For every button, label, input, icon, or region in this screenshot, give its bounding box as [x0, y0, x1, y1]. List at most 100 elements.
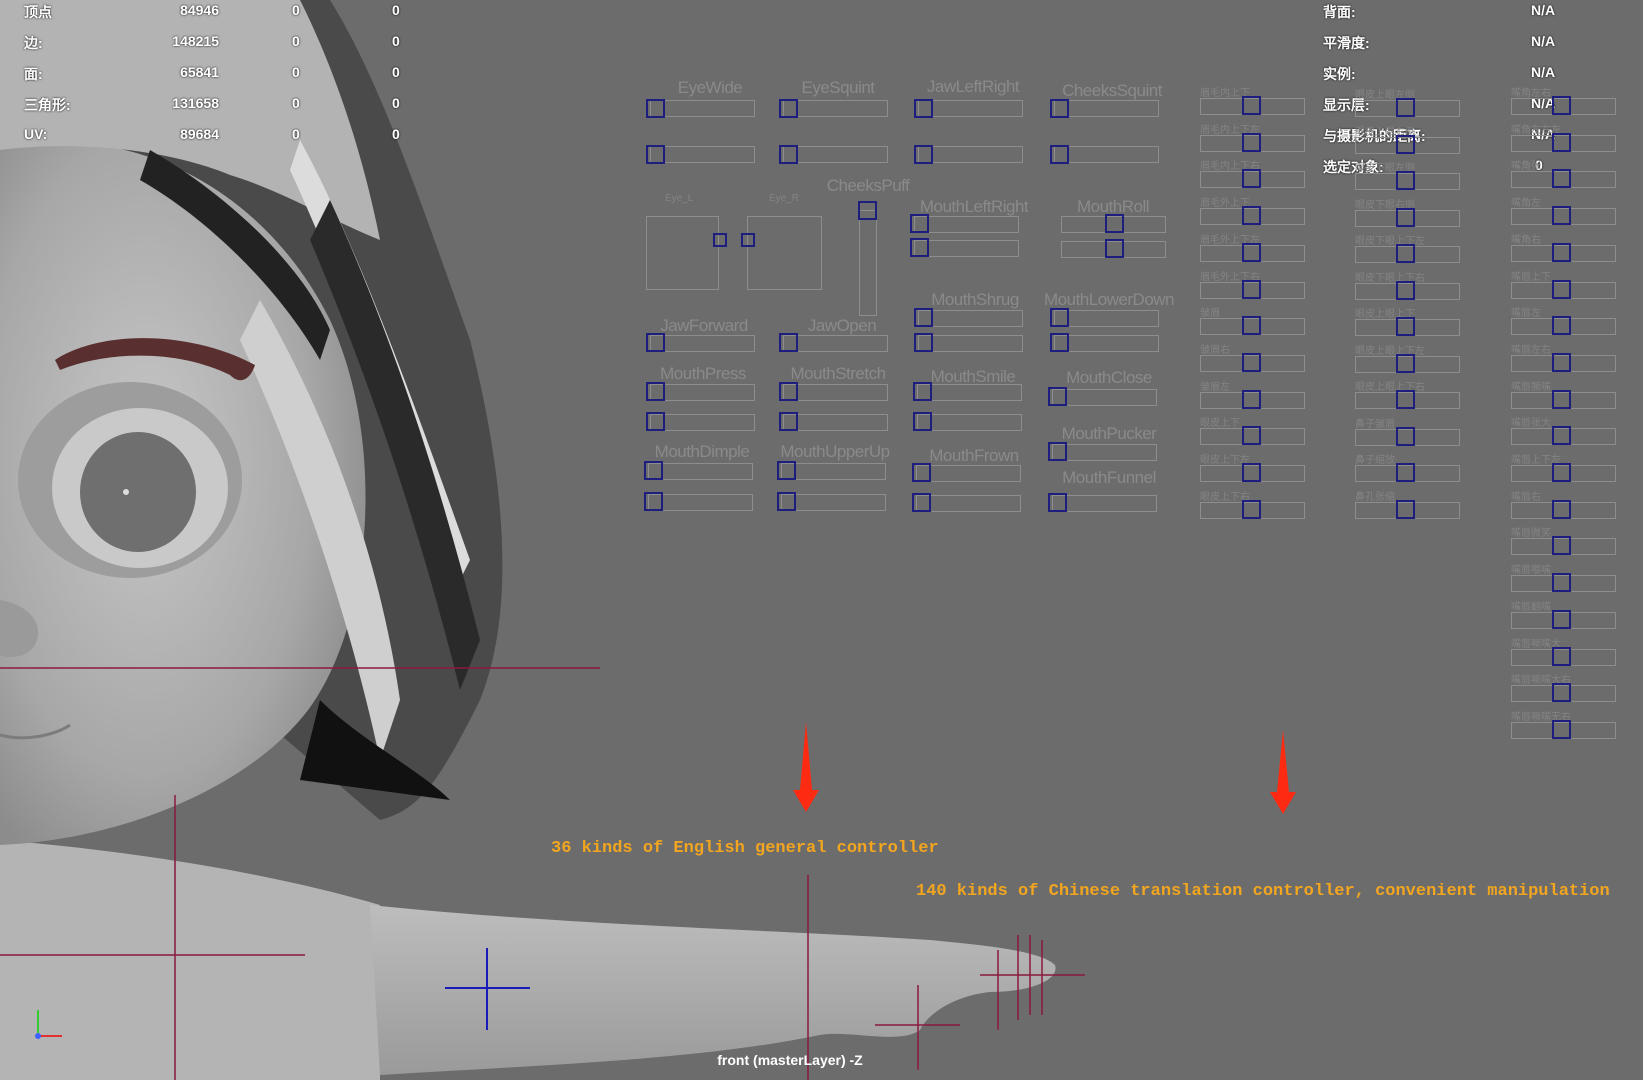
mouth-shrug-r-slider-handle[interactable] — [914, 333, 933, 352]
chinese-slider-label: 嘴角张 — [1511, 161, 1541, 173]
chinese-chinese_col2-9-handle[interactable] — [1396, 426, 1415, 446]
mouth-upper-up-l-slider-handle[interactable] — [777, 461, 796, 480]
mouth-lower-down-r-slider-handle[interactable] — [1050, 333, 1069, 352]
chinese-chinese_col3-4-handle[interactable] — [1552, 242, 1571, 262]
chinese-chinese_col3-17-handle[interactable] — [1552, 719, 1571, 739]
jaw-left-right-b-slider-handle[interactable] — [914, 145, 933, 164]
hud-row-uvs: UV: 89684 0 0 — [24, 126, 404, 144]
mouth-smile-l-slider-handle[interactable] — [913, 382, 932, 401]
jaw-forward-slider-handle[interactable] — [646, 333, 665, 352]
mouth-press-r-slider-handle[interactable] — [646, 412, 665, 431]
chinese-chinese_col2-1-handle[interactable] — [1396, 134, 1415, 154]
eye-iris — [80, 432, 196, 552]
chinese-chinese_col1-1-handle[interactable] — [1242, 132, 1261, 152]
hud-value: N/A — [1531, 64, 1556, 80]
chinese-chinese_col2-3-handle[interactable] — [1396, 207, 1415, 227]
viewport-camera-label: front (masterLayer) -Z — [717, 1052, 863, 1068]
chinese-chinese_col3-3-handle[interactable] — [1552, 206, 1571, 226]
chinese-chinese_col3-7-handle[interactable] — [1552, 352, 1571, 372]
title-mouth-frown: MouthFrown — [929, 446, 1019, 465]
chinese-chinese_col3-14-handle[interactable] — [1552, 609, 1571, 629]
hud-value: 0 — [392, 2, 400, 18]
chinese-chinese_col3-8-handle[interactable] — [1552, 389, 1571, 409]
chinese-chinese_col2-11-handle[interactable] — [1396, 499, 1415, 519]
hud-value: 0 — [392, 33, 400, 49]
cheeks-squint-l-slider-handle[interactable] — [1050, 99, 1069, 118]
hud-value: 0 — [392, 95, 400, 111]
eye-squint-l-slider-handle[interactable] — [779, 99, 798, 118]
chinese-chinese_col1-11-handle[interactable] — [1242, 499, 1261, 519]
mouth-stretch-l-slider-handle[interactable] — [779, 382, 798, 401]
chinese-chinese_col2-4-handle[interactable] — [1396, 244, 1415, 263]
chinese-chinese_col1-6-handle[interactable] — [1242, 316, 1261, 336]
chinese-chinese_col3-15-handle[interactable] — [1552, 646, 1571, 666]
mouth-frown-r-slider-handle[interactable] — [912, 493, 931, 512]
eye-r-handle[interactable] — [741, 233, 755, 247]
chinese-chinese_col1-0-handle[interactable] — [1242, 96, 1261, 115]
hud-value: 0 — [292, 64, 300, 80]
mouth-roll-r-slider-handle[interactable] — [1105, 239, 1124, 258]
chinese-chinese_col1-4-handle[interactable] — [1242, 242, 1261, 262]
mouth-shrug-l-slider-handle[interactable] — [914, 308, 933, 327]
mouth-dimple-r-slider-handle[interactable] — [644, 492, 663, 511]
jaw-open-slider-handle[interactable] — [779, 333, 798, 352]
mouth-pucker-slider-handle[interactable] — [1048, 442, 1067, 461]
eye-wide-r-slider-track — [650, 146, 755, 163]
chinese-chinese_col1-2-handle[interactable] — [1242, 169, 1261, 189]
mouth-roll-l-slider-handle[interactable] — [1105, 214, 1124, 233]
chinese-chinese_col1-9-handle[interactable] — [1242, 426, 1261, 446]
chinese-chinese_col2-8-handle[interactable] — [1396, 390, 1415, 409]
chinese-chinese_col1-8-handle[interactable] — [1242, 389, 1261, 409]
hud-count: 148215 — [172, 33, 219, 49]
title-eye-l: Eye_L — [665, 193, 694, 204]
cheeks-puff-handle[interactable] — [858, 201, 877, 220]
chinese-chinese_col2-5-handle[interactable] — [1396, 280, 1415, 300]
jaw-left-right-slider-handle[interactable] — [914, 99, 933, 118]
chinese-chinese_col3-11-handle[interactable] — [1552, 499, 1571, 519]
chinese-chinese_col1-5-handle[interactable] — [1242, 279, 1261, 299]
title-mouth-close: MouthClose — [1066, 368, 1152, 387]
chinese-chinese_col3-13-handle[interactable] — [1552, 573, 1571, 593]
chinese-chinese_col3-2-handle[interactable] — [1552, 169, 1571, 189]
chinese-chinese_col3-16-handle[interactable] — [1552, 683, 1571, 703]
mouth-upper-up-r-slider-handle[interactable] — [777, 492, 796, 511]
mouth-stretch-r-slider-handle[interactable] — [779, 412, 798, 431]
maya-viewport[interactable]: 顶点 84946 0 0 边: 148215 0 0 面: 65841 0 0 … — [0, 0, 1643, 1080]
arrow-chinese — [1270, 730, 1296, 814]
chinese-chinese_col3-10-handle[interactable] — [1552, 463, 1571, 482]
mouth-close-slider-handle[interactable] — [1048, 387, 1067, 406]
mouth-lower-down-l-slider-handle[interactable] — [1050, 308, 1069, 327]
chinese-chinese_col2-0-handle[interactable] — [1396, 98, 1415, 117]
chinese-chinese_col3-12-handle[interactable] — [1552, 536, 1571, 556]
cheeks-squint-r-slider-handle[interactable] — [1050, 145, 1069, 164]
eye-squint-r-slider-handle[interactable] — [779, 145, 798, 164]
eye-wide-r-slider-handle[interactable] — [646, 145, 665, 164]
chinese-chinese_col3-1-handle[interactable] — [1552, 132, 1571, 152]
chinese-chinese_col2-6-handle[interactable] — [1396, 317, 1415, 336]
chinese-chinese_col3-0-handle[interactable] — [1552, 96, 1571, 115]
eye-wide-l-slider-handle[interactable] — [646, 99, 665, 118]
mouth-press-l-slider-handle[interactable] — [646, 382, 665, 401]
eye-highlight — [123, 489, 129, 495]
mouth-frown-l-slider-handle[interactable] — [912, 463, 931, 482]
chinese-chinese_col2-7-handle[interactable] — [1396, 353, 1415, 373]
chinese-chinese_col3-5-handle[interactable] — [1552, 279, 1571, 299]
chinese-chinese_col3-9-handle[interactable] — [1552, 426, 1571, 446]
chinese-chinese_col2-10-handle[interactable] — [1396, 463, 1415, 482]
mouth-smile-r-slider-handle[interactable] — [913, 412, 932, 431]
title-mouth-funnel: MouthFunnel — [1062, 468, 1156, 487]
chinese-slider-label: 皱眉 — [1200, 308, 1220, 320]
chinese-chinese_col1-3-handle[interactable] — [1242, 206, 1261, 226]
mouth-funnel-slider-handle[interactable] — [1048, 493, 1067, 512]
mouth-left-right-r-slider-handle[interactable] — [910, 238, 929, 257]
chinese-chinese_col1-7-handle[interactable] — [1242, 352, 1261, 372]
chinese-chinese_col3-6-handle[interactable] — [1552, 316, 1571, 336]
chinese-chinese_col1-10-handle[interactable] — [1242, 463, 1261, 482]
mouth-shrug-r-slider-track — [918, 335, 1023, 352]
mouth-left-right-l-slider-handle[interactable] — [910, 214, 929, 233]
eye-squint-l-slider-track — [783, 100, 888, 117]
eye-l-handle[interactable] — [713, 233, 727, 247]
mouth-dimple-l-slider-handle[interactable] — [644, 461, 663, 480]
chinese-chinese_col2-2-handle[interactable] — [1396, 171, 1415, 190]
hud-value: N/A — [1531, 2, 1556, 18]
